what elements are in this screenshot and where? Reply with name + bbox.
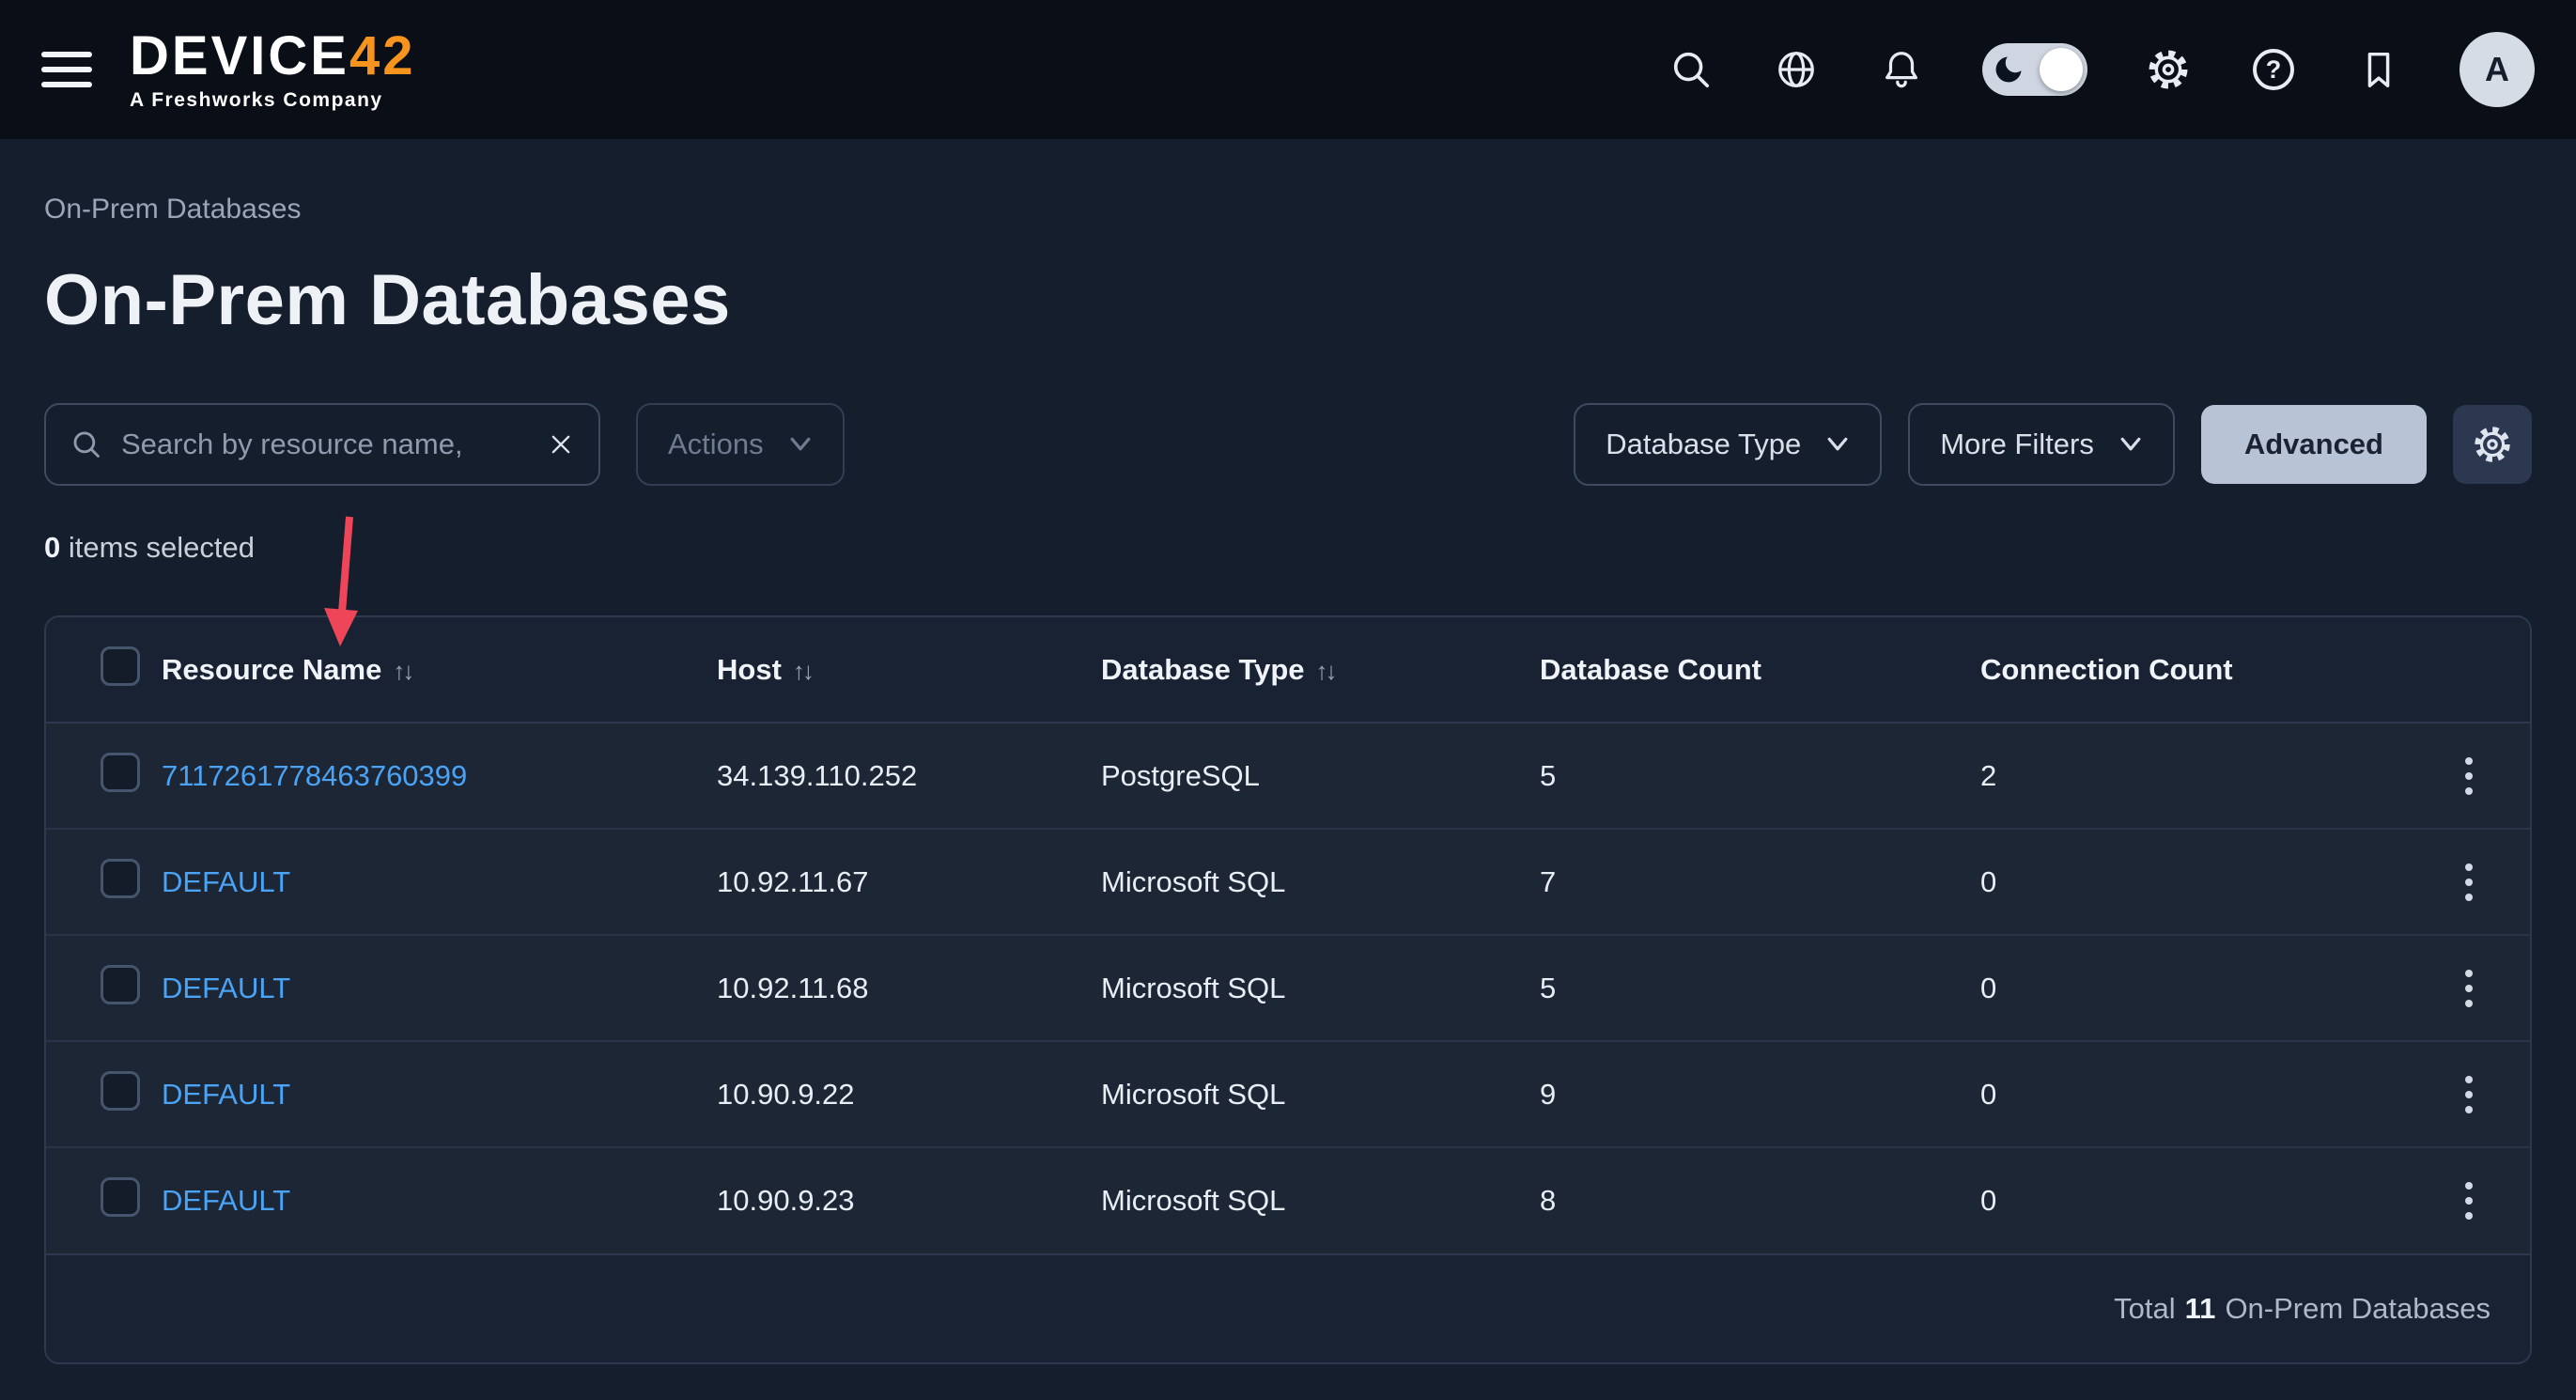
actions-dropdown[interactable]: Actions — [636, 403, 845, 486]
row-kebab-menu-icon[interactable] — [2465, 1076, 2473, 1113]
column-header-database-count: Database Count — [1540, 617, 1980, 723]
search-icon[interactable] — [1667, 45, 1715, 94]
logo-42-text: 42 — [349, 25, 416, 86]
row-kebab-menu-icon[interactable] — [2465, 1182, 2473, 1220]
resource-name-link[interactable]: 7117261778463760399 — [162, 759, 467, 792]
connection-count-cell: 2 — [1980, 723, 2407, 829]
resource-name-link[interactable]: DEFAULT — [162, 972, 290, 1004]
sort-icon[interactable]: ↑↓ — [793, 657, 812, 685]
search-input[interactable] — [121, 428, 529, 461]
toggle-knob — [2040, 48, 2083, 91]
host-cell: 10.90.9.23 — [717, 1147, 1101, 1253]
search-box — [44, 403, 600, 486]
host-cell: 10.92.11.67 — [717, 829, 1101, 935]
total-suffix: On-Prem Databases — [2225, 1292, 2491, 1326]
settings-gear-icon[interactable] — [2144, 45, 2193, 94]
chevron-down-icon — [788, 437, 813, 452]
column-header-host[interactable]: Host↑↓ — [717, 617, 1101, 723]
table-footer: Total 11 On-Prem Databases — [46, 1253, 2530, 1362]
clear-search-icon[interactable] — [548, 431, 574, 458]
logo-device-text: DEVICE — [130, 25, 349, 86]
page-title: On-Prem Databases — [44, 259, 2532, 341]
resource-name-link[interactable]: DEFAULT — [162, 865, 290, 898]
column-header-connection-count: Connection Count — [1980, 617, 2407, 723]
hamburger-menu-icon[interactable] — [41, 52, 92, 87]
resource-name-link[interactable]: DEFAULT — [162, 1078, 290, 1111]
total-count: 11 — [2185, 1292, 2216, 1326]
table-row: DEFAULT 10.92.11.68 Microsoft SQL 5 0 — [46, 935, 2530, 1041]
moon-icon — [1992, 53, 2025, 86]
database-count-cell: 8 — [1540, 1147, 1980, 1253]
table-row: DEFAULT 10.92.11.67 Microsoft SQL 7 0 — [46, 829, 2530, 935]
top-navbar: DEVICE42 A Freshworks Company ? A — [0, 0, 2576, 139]
database-count-cell: 7 — [1540, 829, 1980, 935]
databases-table: Resource Name↑↓ Host↑↓ Database Type↑↓ D… — [46, 617, 2530, 1253]
database-count-cell: 9 — [1540, 1041, 1980, 1147]
table-row: DEFAULT 10.90.9.23 Microsoft SQL 8 0 — [46, 1147, 2530, 1253]
database-count-cell: 5 — [1540, 935, 1980, 1041]
advanced-button[interactable]: Advanced — [2201, 405, 2427, 484]
table-settings-gear-icon[interactable] — [2453, 405, 2532, 484]
notifications-bell-icon[interactable] — [1877, 45, 1926, 94]
connection-count-cell: 0 — [1980, 935, 2407, 1041]
selected-label: items selected — [60, 531, 255, 564]
database-type-cell: Microsoft SQL — [1101, 935, 1540, 1041]
globe-icon[interactable] — [1772, 45, 1821, 94]
databases-table-card: Resource Name↑↓ Host↑↓ Database Type↑↓ D… — [44, 615, 2532, 1364]
more-filters-dropdown[interactable]: More Filters — [1908, 403, 2175, 486]
user-avatar[interactable]: A — [2460, 32, 2535, 107]
row-kebab-menu-icon[interactable] — [2465, 863, 2473, 901]
logo-tagline: A Freshworks Company — [130, 90, 415, 110]
host-cell: 34.139.110.252 — [717, 723, 1101, 829]
row-kebab-menu-icon[interactable] — [2465, 970, 2473, 1007]
selected-summary: 0 items selected — [44, 531, 2532, 565]
database-type-cell: Microsoft SQL — [1101, 1147, 1540, 1253]
host-cell: 10.92.11.68 — [717, 935, 1101, 1041]
row-kebab-menu-icon[interactable] — [2465, 757, 2473, 795]
row-checkbox[interactable] — [101, 1177, 140, 1217]
table-row: DEFAULT 10.90.9.22 Microsoft SQL 9 0 — [46, 1041, 2530, 1147]
database-type-cell: Microsoft SQL — [1101, 829, 1540, 935]
table-header-row: Resource Name↑↓ Host↑↓ Database Type↑↓ D… — [46, 617, 2530, 723]
sort-icon[interactable]: ↑↓ — [1316, 657, 1335, 685]
database-type-cell: PostgreSQL — [1101, 723, 1540, 829]
row-checkbox[interactable] — [101, 965, 140, 1004]
resource-name-link[interactable]: DEFAULT — [162, 1184, 290, 1217]
help-icon[interactable]: ? — [2249, 45, 2298, 94]
breadcrumb[interactable]: On-Prem Databases — [44, 194, 2532, 226]
toolbar-right: Database Type More Filters Advanced — [1574, 403, 2532, 486]
connection-count-cell: 0 — [1980, 829, 2407, 935]
total-prefix: Total — [2114, 1292, 2175, 1326]
host-cell: 10.90.9.22 — [717, 1041, 1101, 1147]
table-row: 7117261778463760399 34.139.110.252 Postg… — [46, 723, 2530, 829]
navbar-actions: ? A — [1667, 32, 2535, 107]
row-checkbox[interactable] — [101, 1071, 140, 1111]
toolbar: Actions Database Type More Filters Advan… — [44, 403, 2532, 486]
column-header-resource-name[interactable]: Resource Name↑↓ — [162, 617, 717, 723]
table-body: 7117261778463760399 34.139.110.252 Postg… — [46, 723, 2530, 1253]
chevron-down-icon — [2118, 437, 2143, 452]
connection-count-cell: 0 — [1980, 1041, 2407, 1147]
bookmark-icon[interactable] — [2354, 45, 2403, 94]
selected-count: 0 — [44, 531, 60, 564]
database-type-cell: Microsoft SQL — [1101, 1041, 1540, 1147]
main-content: On-Prem Databases On-Prem Databases Acti… — [0, 194, 2576, 1364]
device42-logo[interactable]: DEVICE42 A Freshworks Company — [130, 29, 415, 110]
sort-icon[interactable]: ↑↓ — [393, 657, 411, 685]
database-type-dropdown[interactable]: Database Type — [1574, 403, 1882, 486]
dark-mode-toggle[interactable] — [1982, 43, 2087, 96]
search-input-icon — [70, 428, 102, 460]
row-checkbox[interactable] — [101, 753, 140, 792]
column-header-database-type[interactable]: Database Type↑↓ — [1101, 617, 1540, 723]
row-checkbox[interactable] — [101, 859, 140, 898]
database-count-cell: 5 — [1540, 723, 1980, 829]
connection-count-cell: 0 — [1980, 1147, 2407, 1253]
select-all-checkbox[interactable] — [101, 646, 140, 686]
chevron-down-icon — [1825, 437, 1850, 452]
